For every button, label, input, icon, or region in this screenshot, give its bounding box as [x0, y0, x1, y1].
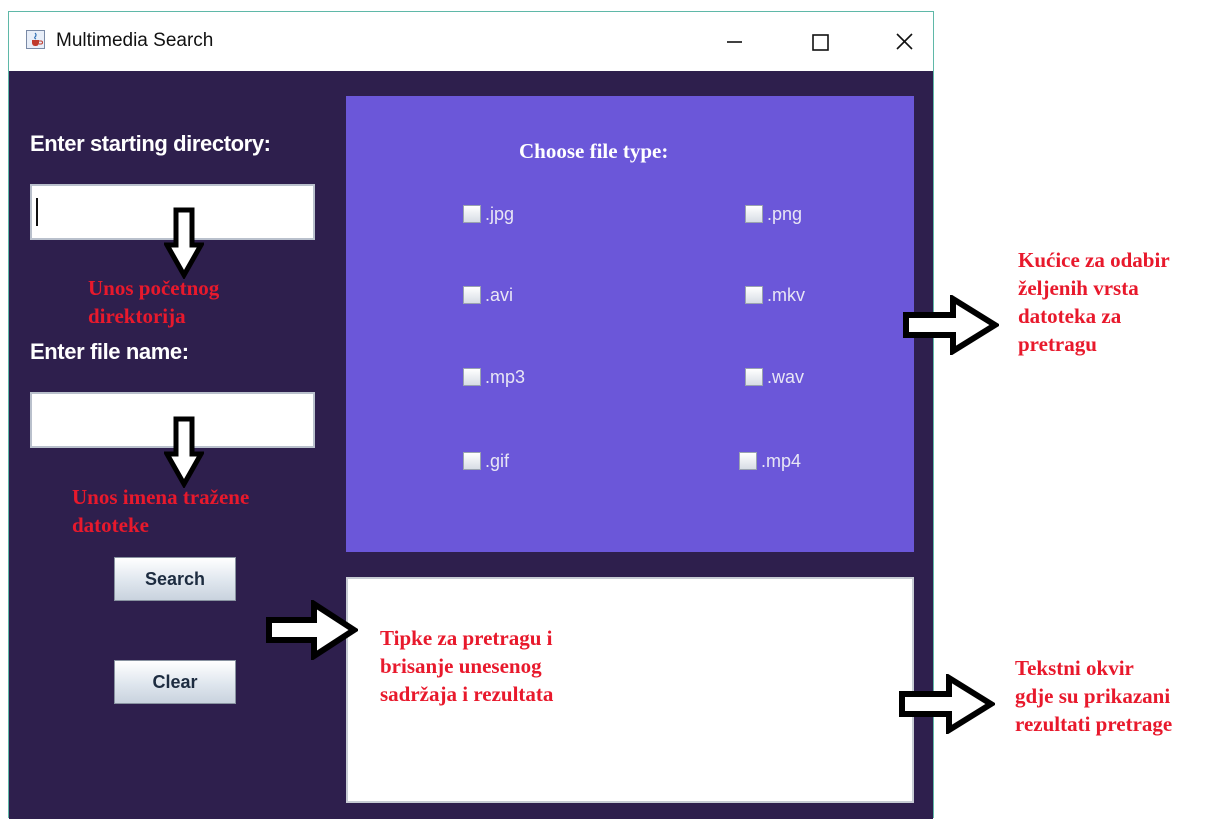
- arrow-down-icon: [164, 207, 204, 279]
- arrow-right-icon: [266, 600, 358, 660]
- minimize-icon: [727, 41, 742, 43]
- directory-label: Enter starting directory:: [30, 131, 271, 156]
- checkbox-mp4[interactable]: .mp4: [739, 449, 801, 473]
- arrow-right-icon: [899, 674, 995, 734]
- annotation-line: Unos početnog: [88, 276, 220, 300]
- annotation-line: direktorija: [88, 304, 186, 328]
- arrow-down-icon: [164, 416, 204, 488]
- window-title: Multimedia Search: [56, 30, 214, 51]
- annotation-directory: Unos početnog direktorija: [88, 274, 298, 330]
- checkbox-mkv[interactable]: .mkv: [745, 283, 805, 307]
- checkbox-label: .jpg: [485, 203, 515, 224]
- search-button[interactable]: Search: [114, 557, 236, 601]
- maximize-button[interactable]: [801, 22, 841, 62]
- annotation-line: datoteka za: [1018, 304, 1122, 328]
- file-type-panel: Choose file type: .jpg .png .avi .mkv .m…: [346, 96, 914, 552]
- clear-button[interactable]: Clear: [114, 660, 236, 704]
- checkbox-jpg[interactable]: .jpg: [463, 202, 514, 226]
- java-cup-icon: [26, 30, 45, 49]
- annotation-line: gdje su prikazani: [1015, 684, 1171, 708]
- text-caret: [36, 198, 38, 226]
- annotation-line: brisanje unesenog: [380, 654, 542, 678]
- annotation-line: sadržaja i rezultata: [380, 682, 554, 706]
- minimize-button[interactable]: [715, 22, 755, 62]
- annotation-line: rezultati pretrage: [1015, 712, 1173, 736]
- checkbox-mp3[interactable]: .mp3: [463, 365, 525, 389]
- checkbox-label: .mp4: [761, 450, 802, 471]
- annotation-file-types: Kućice za odabir željenih vrsta datoteka…: [1018, 246, 1217, 358]
- checkbox-box[interactable]: [745, 286, 763, 304]
- checkbox-png[interactable]: .png: [745, 202, 802, 226]
- annotation-line: Kućice za odabir: [1018, 248, 1170, 272]
- checkbox-box[interactable]: [463, 368, 481, 386]
- file-name-label: Enter file name:: [30, 339, 189, 364]
- checkbox-box[interactable]: [745, 368, 763, 386]
- annotation-line: željenih vrsta: [1018, 276, 1139, 300]
- annotation-file-name: Unos imena tražene datoteke: [72, 483, 322, 539]
- checkbox-label: .avi: [485, 284, 514, 305]
- checkbox-gif[interactable]: .gif: [463, 449, 509, 473]
- close-button[interactable]: [885, 22, 925, 62]
- maximize-icon: [812, 34, 829, 51]
- checkbox-box[interactable]: [463, 205, 481, 223]
- annotation-buttons: Tipke za pretragu i brisanje unesenog sa…: [380, 624, 640, 708]
- annotation-line: datoteke: [72, 513, 149, 537]
- checkbox-label: .mkv: [767, 284, 805, 305]
- annotation-line: Tekstni okvir: [1015, 656, 1134, 680]
- annotation-line: Tipke za pretragu i: [380, 626, 553, 650]
- annotation-line: Unos imena tražene: [72, 485, 250, 509]
- checkbox-label: .gif: [485, 450, 510, 471]
- annotation-results: Tekstni okvir gdje su prikazani rezultat…: [1015, 654, 1215, 738]
- close-icon: [896, 33, 913, 50]
- checkbox-avi[interactable]: .avi: [463, 283, 513, 307]
- checkbox-box[interactable]: [463, 452, 481, 470]
- checkbox-label: .wav: [767, 366, 805, 387]
- checkbox-label: .png: [767, 203, 803, 224]
- arrow-right-icon: [903, 295, 999, 355]
- file-type-heading: Choose file type:: [519, 139, 669, 163]
- title-bar[interactable]: Multimedia Search: [9, 12, 933, 71]
- checkbox-box[interactable]: [463, 286, 481, 304]
- checkbox-box[interactable]: [739, 452, 757, 470]
- checkbox-label: .mp3: [485, 366, 526, 387]
- annotation-line: pretragu: [1018, 332, 1097, 356]
- checkbox-wav[interactable]: .wav: [745, 365, 804, 389]
- checkbox-box[interactable]: [745, 205, 763, 223]
